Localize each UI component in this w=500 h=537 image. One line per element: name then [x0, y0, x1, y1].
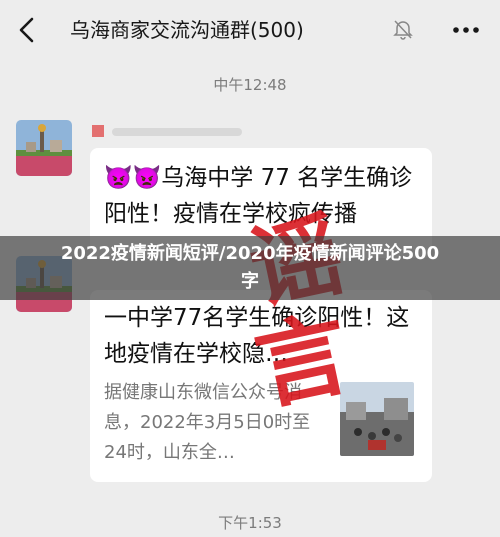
chevron-left-icon[interactable]	[12, 14, 44, 46]
article-card[interactable]: 一中学77名学生确诊阳性！这地疫情在学校隐… 据健康山东微信公众号消息，2022…	[90, 290, 432, 482]
article-thumbnail	[340, 382, 414, 456]
sender-name-blurred	[92, 125, 242, 137]
caption-banner: 2022疫情新闻短评/2020年疫情新闻评论500字	[0, 236, 500, 300]
chat-title: 乌海商家交流沟通群(500)	[70, 18, 304, 42]
caption-text: 2022疫情新闻短评/2020年疫情新闻评论500字	[60, 243, 440, 292]
article-description: 据健康山东微信公众号消息，2022年3月5日0时至24时，山东全…	[104, 382, 311, 463]
bell-off-icon	[393, 20, 413, 40]
chat-header: 乌海商家交流沟通群(500)	[0, 0, 500, 62]
article-title: 一中学77名学生确诊阳性！这地疫情在学校隐…	[104, 305, 410, 367]
timestamp: 下午1:53	[218, 514, 282, 532]
avatar[interactable]	[16, 120, 72, 176]
more-dots-icon[interactable]	[448, 16, 484, 44]
message-text: 👿👿乌海中学 77 名学生确诊阳性！疫情在学校疯传播	[104, 165, 413, 227]
timestamp: 中午12:48	[213, 76, 287, 94]
